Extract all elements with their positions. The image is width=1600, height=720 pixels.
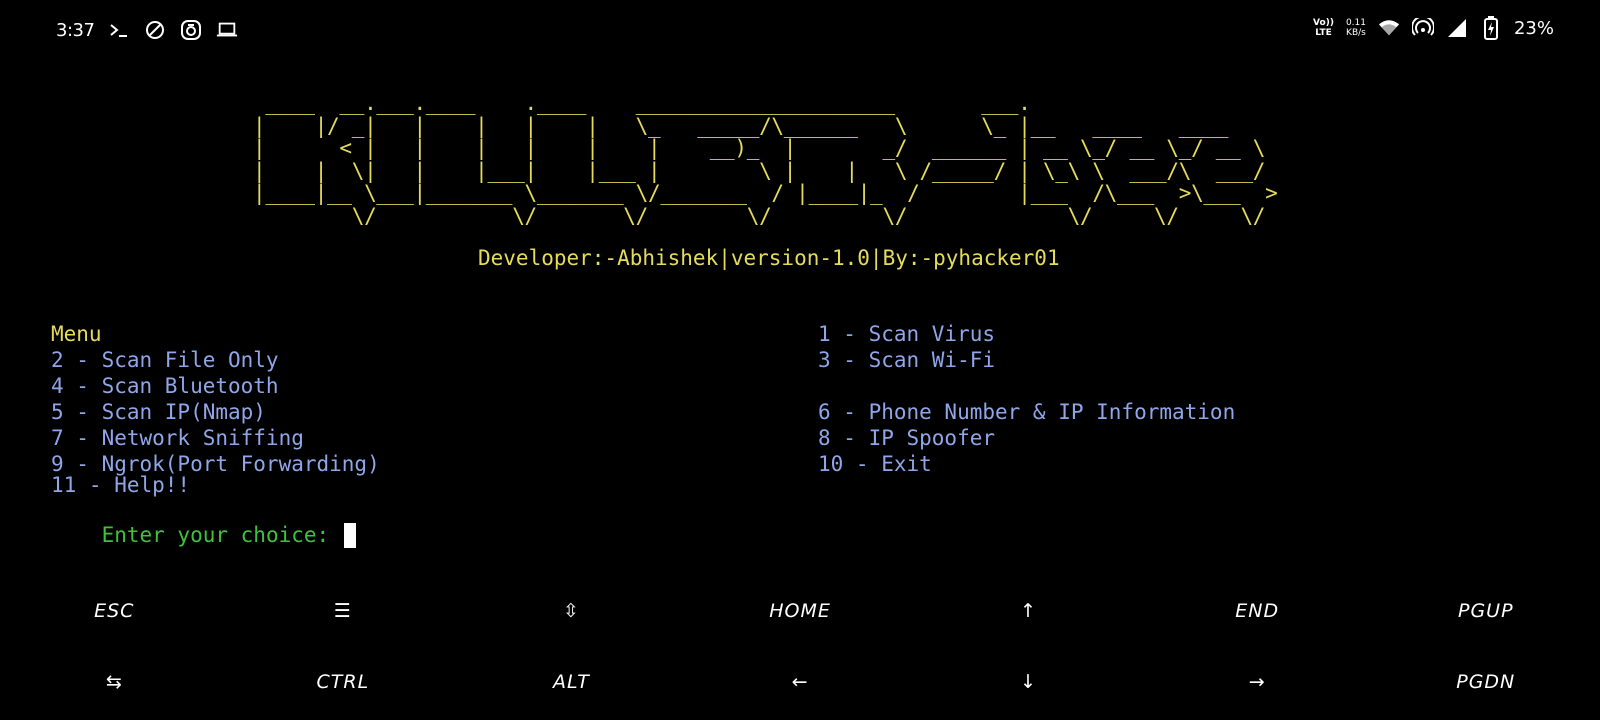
menu-option: 11 - Help!!: [51, 473, 191, 497]
menu-option: 8 - IP Spoofer: [818, 426, 996, 450]
extra-keys-row-2: ⇆ CTRL ALT ← ↓ → PGDN: [0, 647, 1600, 717]
terminal-prompt-icon: [108, 18, 130, 42]
status-bar-left: 3:37: [56, 18, 238, 42]
do-not-disturb-icon: [144, 18, 166, 42]
end-key[interactable]: END: [1143, 575, 1372, 647]
speed-value: 0.11: [1345, 18, 1366, 28]
input-prompt[interactable]: Enter your choice:: [51, 499, 356, 572]
menu-option: 6 - Phone Number & IP Information: [818, 400, 1236, 424]
prompt-label: Enter your choice:: [101, 523, 342, 547]
camera-icon: [180, 18, 202, 42]
menu-option: 2 - Scan File Only: [51, 348, 279, 372]
menu-option: 1 - Scan Virus: [818, 322, 996, 346]
ctrl-key[interactable]: CTRL: [229, 647, 458, 717]
extra-keys-bar: ESC ☰ ⇳ HOME ↑ END PGUP ⇆ CTRL ALT ← ↓ →…: [0, 575, 1600, 720]
terminal-view[interactable]: ____ __.___.____ .____ _________________…: [0, 62, 1600, 562]
arrow-up-key[interactable]: ↑: [914, 575, 1143, 647]
arrow-right-key[interactable]: →: [1143, 647, 1372, 717]
battery-percent: 23%: [1513, 17, 1554, 39]
status-bar-right: Vo)) LTE 0.11 KB/s 23%: [1313, 16, 1554, 40]
toggle-keyboard-key[interactable]: ⇳: [457, 575, 686, 647]
alt-key[interactable]: ALT: [457, 647, 686, 717]
ascii-banner: ____ __.___.____ .____ _________________…: [253, 91, 1278, 228]
pgup-key[interactable]: PGUP: [1371, 575, 1600, 647]
volte-indicator: Vo)) LTE: [1313, 18, 1334, 38]
menu-option: 10 - Exit: [818, 452, 932, 476]
cell-signal-icon: [1446, 16, 1468, 40]
developer-line: Developer:-Abhishek|version-1.0|By:-pyha…: [478, 246, 1060, 270]
menu-title: Menu: [51, 322, 102, 346]
menu-option: 5 - Scan IP(Nmap): [51, 400, 266, 424]
menu-option: 7 - Network Sniffing: [51, 426, 304, 450]
volte-label: Vo)): [1313, 18, 1334, 28]
text-cursor: [343, 523, 356, 548]
arrow-left-key[interactable]: ←: [686, 647, 915, 717]
laptop-icon: [216, 18, 238, 42]
home-key[interactable]: HOME: [686, 575, 915, 647]
wifi-icon: [1378, 16, 1400, 40]
menu-option: 4 - Scan Bluetooth: [51, 374, 279, 398]
pgdn-key[interactable]: PGDN: [1371, 647, 1600, 717]
esc-key[interactable]: ESC: [0, 575, 229, 647]
battery-charging-icon: [1480, 16, 1502, 40]
arrow-down-key[interactable]: ↓: [914, 647, 1143, 717]
lte-label: LTE: [1315, 28, 1332, 38]
hotspot-icon: [1411, 16, 1434, 40]
speed-unit: KB/s: [1346, 28, 1366, 38]
tab-key[interactable]: ⇆: [0, 647, 229, 717]
extra-keys-row-1: ESC ☰ ⇳ HOME ↑ END PGUP: [0, 575, 1600, 647]
status-bar: 3:37 Vo)) LTE 0.11 KB/s 23%: [0, 0, 1600, 62]
network-speed: 0.11 KB/s: [1346, 18, 1366, 38]
menu-key[interactable]: ☰: [229, 575, 458, 647]
menu-option: 3 - Scan Wi-Fi: [818, 348, 996, 372]
clock: 3:37: [56, 19, 95, 41]
